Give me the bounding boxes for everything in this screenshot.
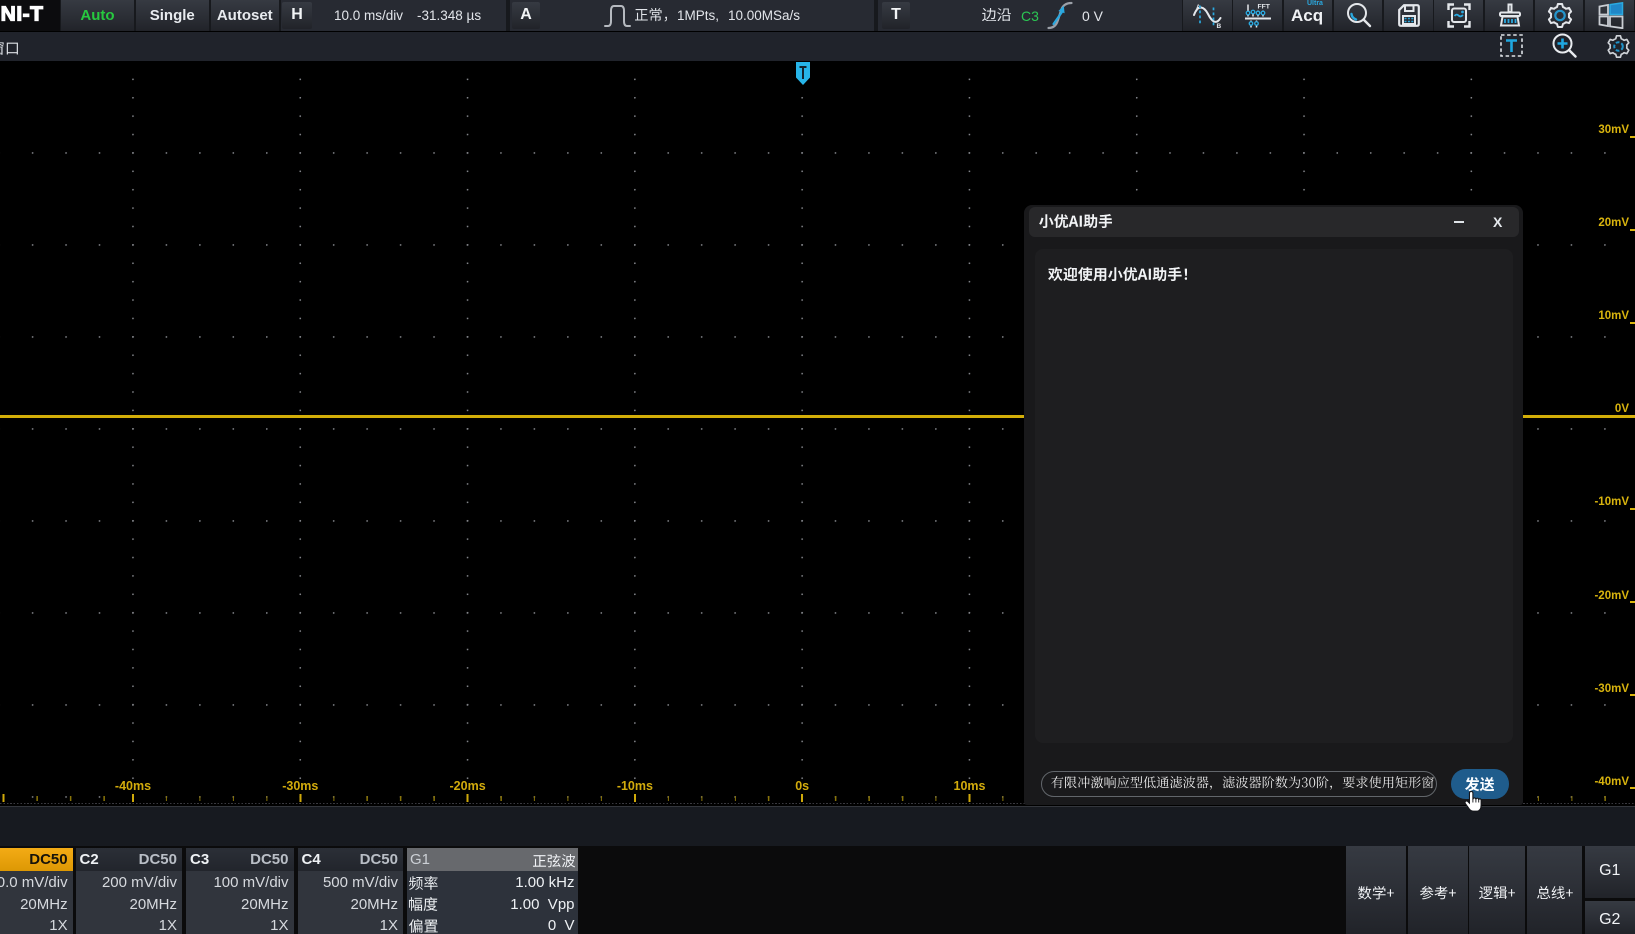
svg-text:FFT: FFT xyxy=(1258,4,1271,11)
svg-text:B: B xyxy=(1217,23,1222,29)
